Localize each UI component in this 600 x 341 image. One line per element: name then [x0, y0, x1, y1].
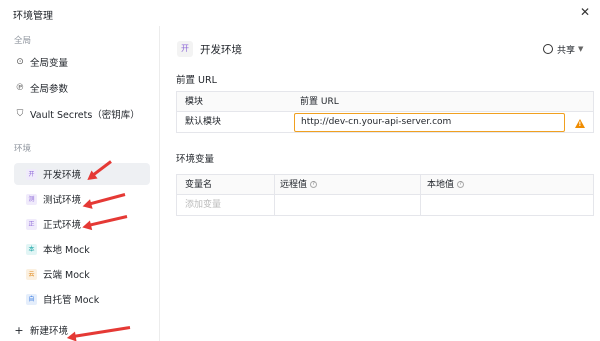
env-section-label: 环境: [14, 144, 32, 154]
table-row: 默认模块 http://dev-cn.your-api-server.com: [177, 112, 593, 132]
sidebar-env-label: 自托管 Mock: [43, 295, 100, 306]
add-variable-input[interactable]: 添加变量: [185, 195, 221, 215]
environment-badge-icon: 开: [177, 41, 193, 57]
table-row: 添加变量: [177, 195, 593, 215]
environment-icon: 开: [26, 168, 37, 180]
column-divider: [274, 175, 275, 215]
shield-icon: ⛉: [16, 109, 24, 119]
environment-icon: 云: [26, 268, 37, 280]
column-header-remote-value: 远程值?: [280, 175, 318, 195]
table-header-row: 模块 前置 URL: [177, 92, 593, 112]
env-variables-section-title: 环境变量: [176, 154, 215, 165]
share-button[interactable]: 共享 ▼: [543, 41, 583, 57]
sidebar-env-label: 正式环境: [43, 220, 82, 231]
sidebar-item-global-variables[interactable]: ⊙ 全局变量: [14, 53, 68, 71]
remote-value-label: 远程值: [280, 180, 308, 190]
sidebar-env-label: 测试环境: [43, 195, 82, 206]
new-environment-button[interactable]: + 新建环境: [14, 322, 68, 338]
column-header-local-value: 本地值?: [427, 175, 465, 195]
table-header-row: 变量名 远程值? 本地值?: [177, 175, 593, 195]
sidebar-env-label: 本地 Mock: [43, 245, 90, 256]
sidebar-item-label: Vault Secrets（密钥库）: [30, 110, 140, 121]
chevron-down-icon: ▼: [578, 45, 584, 53]
base-url-input[interactable]: http://dev-cn.your-api-server.com: [294, 113, 565, 132]
environment-icon: 测: [26, 193, 37, 205]
plus-icon: +: [14, 323, 24, 337]
column-header-module: 模块: [185, 97, 204, 107]
sidebar-item-global-params[interactable]: ℗ 全局参数: [14, 79, 69, 97]
global-section-label: 全局: [14, 36, 32, 46]
sidebar-env-item[interactable]: 自自托管 Mock: [14, 288, 150, 310]
new-environment-label: 新建环境: [30, 326, 69, 337]
global-variable-icon: ⊙: [16, 57, 24, 67]
environment-icon: 自: [26, 293, 37, 305]
sidebar-item-vault-secrets[interactable]: ⛉ Vault Secrets（密钥库）: [14, 105, 140, 123]
sidebar-env-item[interactable]: 开开发环境: [14, 163, 150, 185]
base-url-table: 模块 前置 URL 默认模块 http://dev-cn.your-api-se…: [176, 91, 594, 133]
title-bar: 环境管理 ✕: [0, 0, 600, 26]
environment-icon: 正: [26, 218, 37, 230]
module-name-cell: 默认模块: [185, 117, 222, 127]
sidebar-env-label: 云端 Mock: [43, 270, 90, 281]
warning-icon: !: [575, 119, 585, 128]
environment-icon: 本: [26, 243, 37, 255]
dialog-title: 环境管理: [13, 11, 53, 22]
sidebar-item-label: 全局参数: [30, 84, 69, 95]
sidebar: 全局 ⊙ 全局变量 ℗ 全局参数 ⛉ Vault Secrets（密钥库） 环境…: [0, 26, 160, 341]
environment-management-dialog: 环境管理 ✕ 全局 ⊙ 全局变量 ℗ 全局参数 ⛉ Vault Secrets（…: [0, 0, 600, 341]
sidebar-env-label: 开发环境: [43, 170, 82, 181]
help-icon[interactable]: ?: [310, 181, 318, 188]
globe-icon: [543, 44, 553, 54]
help-icon[interactable]: ?: [457, 181, 465, 188]
column-divider: [420, 175, 421, 215]
env-variables-table: 变量名 远程值? 本地值? 添加变量: [176, 174, 594, 216]
column-header-variable-name: 变量名: [185, 180, 213, 190]
base-url-section-title: 前置 URL: [176, 75, 217, 86]
sidebar-env-item[interactable]: 云云端 Mock: [14, 263, 150, 285]
column-header-base-url: 前置 URL: [300, 97, 339, 107]
local-value-label: 本地值: [427, 180, 455, 190]
global-param-icon: ℗: [15, 83, 25, 93]
main-panel: 开 开发环境 共享 ▼ 前置 URL 模块 前置 URL 默认模块 http:/…: [161, 26, 600, 341]
environment-title: 开发环境: [200, 44, 242, 56]
sidebar-env-item[interactable]: 本本地 Mock: [14, 238, 150, 260]
close-icon[interactable]: ✕: [576, 3, 594, 21]
share-label: 共享: [557, 45, 576, 56]
sidebar-item-label: 全局变量: [30, 58, 69, 69]
